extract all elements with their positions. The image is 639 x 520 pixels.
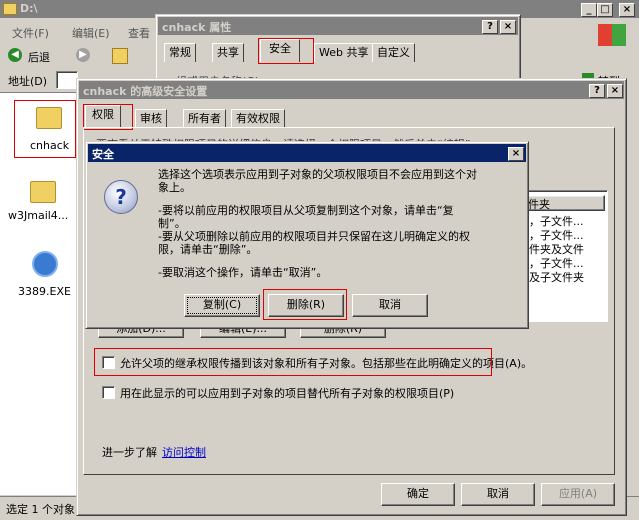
explorer-title: D:\ xyxy=(20,2,38,15)
properties-title: cnhack 属性 xyxy=(162,21,232,34)
status-text: 选定 1 个对象 xyxy=(6,503,75,516)
maximize-button[interactable]: □ xyxy=(597,3,613,17)
windows-logo-icon xyxy=(598,24,626,46)
file-item-3389[interactable]: 3389.EXE xyxy=(4,249,78,299)
list-header: 件夹 xyxy=(523,195,605,211)
message-line: 限，请单击“删除”。 xyxy=(158,243,258,256)
message-line: 象上。 xyxy=(158,181,191,194)
address-input[interactable] xyxy=(56,71,78,89)
replace-checkbox[interactable] xyxy=(102,386,115,399)
close-button[interactable]: × xyxy=(500,20,516,34)
dialog-message: 选择这个选项表示应用到子对象的父项权限项目不会应用到这个对 象上。 -要将以前应… xyxy=(158,168,518,279)
message-line: 制”。 xyxy=(158,217,186,230)
file-label: w3Jmail4... xyxy=(8,209,69,222)
file-label: 3389.EXE xyxy=(18,285,71,298)
menu-view[interactable]: 查看 xyxy=(128,25,150,41)
replace-label[interactable]: 用在此显示的可以应用到子对象的项目替代所有子对象的权限项目(P) xyxy=(120,385,454,401)
tab-auditing[interactable]: 审核 xyxy=(135,109,167,128)
tab-sharing[interactable]: 共享 xyxy=(212,43,244,62)
message-line: -要从父项删除以前应用的权限项目并只保留在这儿明确定义的权 xyxy=(158,230,470,243)
help-button[interactable]: ? xyxy=(482,20,498,34)
apply-button[interactable]: 应用(A) xyxy=(541,483,615,506)
header-apply-to: 件夹 xyxy=(528,198,550,211)
message-line: 选择这个选项表示应用到子对象的父项权限项目不会应用到这个对 xyxy=(158,168,477,181)
folder-icon xyxy=(30,181,56,203)
question-icon: ? xyxy=(104,180,138,214)
list-row[interactable]: 及子文件夹 xyxy=(529,269,584,285)
close-button[interactable]: × xyxy=(508,147,524,161)
message-line: -要将以前应用的权限项目从父项复制到这个对象，请单击“复 xyxy=(158,204,454,217)
tab-owner[interactable]: 所有者 xyxy=(183,109,226,128)
inherit-highlight xyxy=(94,348,492,376)
back-arrow-icon[interactable]: ◀ xyxy=(8,48,22,62)
properties-titlebar: cnhack 属性 ? × xyxy=(158,17,518,35)
advanced-titlebar: cnhack 的高级安全设置 ? × xyxy=(79,81,624,99)
close-button[interactable]: × xyxy=(607,84,623,98)
close-button[interactable]: × xyxy=(619,3,635,17)
cnhack-highlight xyxy=(14,100,76,158)
up-folder-icon[interactable] xyxy=(112,48,128,64)
advanced-title: cnhack 的高级安全设置 xyxy=(83,85,208,98)
address-label: 地址(D) xyxy=(8,75,48,88)
cancel-button[interactable]: 取消 xyxy=(352,294,428,317)
folder-icon xyxy=(3,3,17,15)
forward-arrow-icon[interactable]: ▶ xyxy=(76,48,90,62)
dialog-titlebar: 安全 × xyxy=(88,144,526,162)
message-line xyxy=(158,256,518,266)
minimize-button[interactable]: _ xyxy=(581,3,597,17)
message-line xyxy=(158,194,518,204)
dialog-title: 安全 xyxy=(92,148,114,161)
menu-edit[interactable]: 编辑(E) xyxy=(72,25,110,41)
tab-effective-permissions[interactable]: 有效权限 xyxy=(231,109,285,128)
tab-web-sharing[interactable]: Web 共享 xyxy=(314,43,374,62)
message-line: -要取消这个操作，请单击“取消”。 xyxy=(158,266,328,279)
ok-button[interactable]: 确定 xyxy=(381,483,455,506)
cancel-button[interactable]: 取消 xyxy=(461,483,535,506)
satellite-dish-icon xyxy=(32,251,58,277)
security-dialog: 安全 × ? 选择这个选项表示应用到子对象的父项权限项目不会应用到这个对 象上。… xyxy=(85,141,529,329)
menu-file[interactable]: 文件(F) xyxy=(12,25,49,41)
file-item-w3jmail[interactable]: w3Jmail4... xyxy=(4,179,78,225)
toolbar: ◀ 后退 ▶ xyxy=(0,44,160,66)
remove-button-highlight xyxy=(263,289,347,320)
learn-more-text: 进一步了解 xyxy=(102,446,157,459)
back-label[interactable]: 后退 xyxy=(28,49,50,65)
tab-custom[interactable]: 自定义 xyxy=(372,43,415,62)
tab-general[interactable]: 常规 xyxy=(164,43,196,62)
copy-button[interactable]: 复制(C) xyxy=(184,294,260,317)
security-tab-highlight xyxy=(258,38,314,64)
help-button[interactable]: ? xyxy=(589,84,605,98)
access-control-link[interactable]: 访问控制 xyxy=(162,444,206,460)
